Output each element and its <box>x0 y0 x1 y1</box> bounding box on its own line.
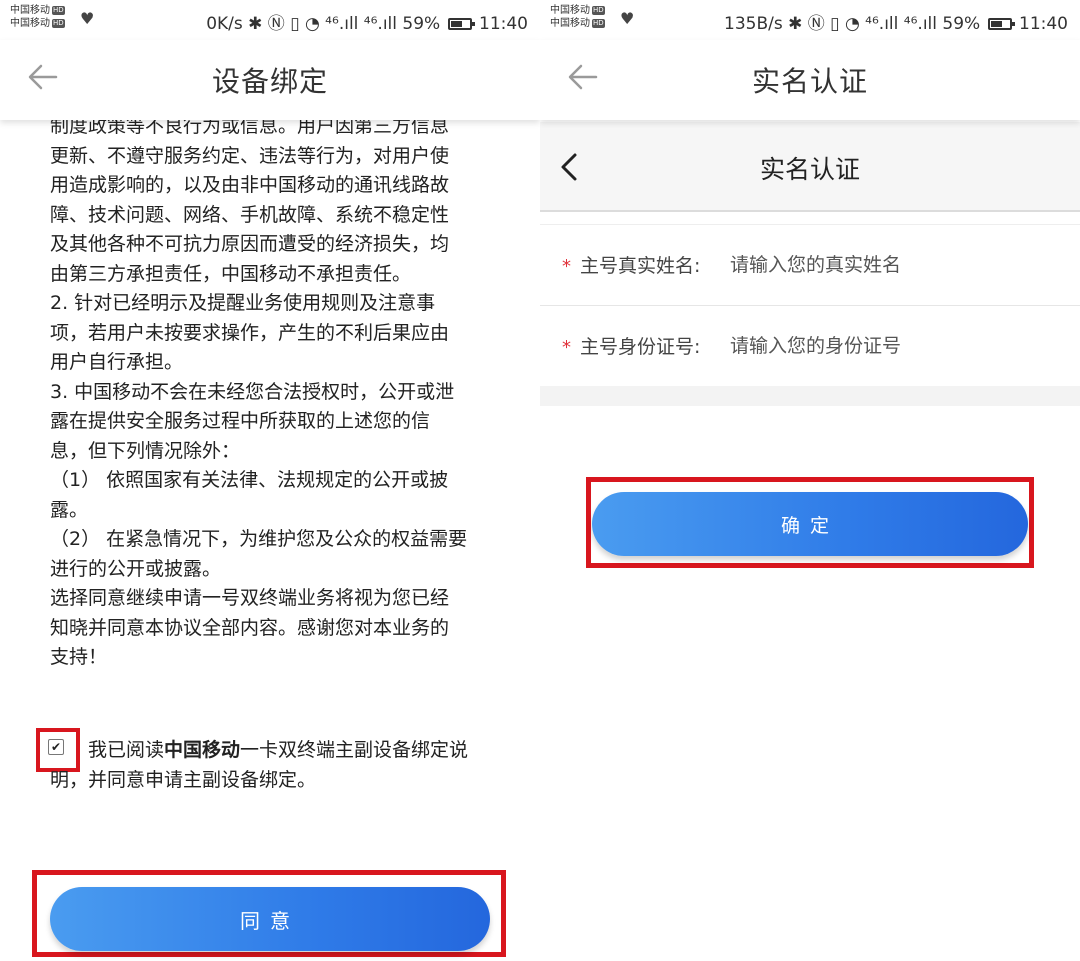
agreement-line: 由第三方承担责任，中国移动不承担责任。 <box>50 262 412 285</box>
app-header: 实名认证 <box>540 40 1080 120</box>
agreement-line: 知晓并同意本协议全部内容。感谢您对本业务的 <box>50 616 450 639</box>
agree-button[interactable]: 同意 <box>50 887 490 951</box>
hd-badge: HD <box>52 6 65 15</box>
id-field-label: 主号身份证号: <box>580 336 701 358</box>
health-heart-icon: ♥ <box>80 9 95 28</box>
agreement-line: 用户自行承担。 <box>50 351 184 373</box>
agreement-line: 露在提供安全服务过程中所获取的上述您的信 <box>50 410 431 432</box>
agreement-line: 露。 <box>50 498 89 521</box>
confirm-button[interactable]: 确定 <box>592 492 1028 556</box>
agreement-line: 用造成影响的，以及由非中国移动的通讯线路故 <box>50 174 450 196</box>
agreement-line: 支持！ <box>50 646 108 668</box>
consent-brand: 中国移动 <box>164 739 241 761</box>
status-icons-text: 135B/s ✱ Ⓝ ▯ ◔ ⁴⁶.ıll ⁴⁶.ıll 59% <box>724 14 981 34</box>
agreement-line: 2. 针对已经明示及提醒业务使用规则及注意事 <box>50 292 436 314</box>
agreement-line: 息，但下列情况除外： <box>50 439 241 462</box>
status-time: 11:40 <box>1019 14 1068 34</box>
agreement-line: 障、技术问题、网络、手机故障、系统不稳定性 <box>50 203 450 226</box>
consent-prefix: 我已阅读 <box>88 739 165 761</box>
real-name-input[interactable] <box>730 245 1050 285</box>
carrier-label: 中国移动 <box>550 5 590 16</box>
agreement-text: 制度政策等不良行为或信息。用户因第三方信息 更新、不遵守服务约定、违法等行为，对用… <box>50 112 490 673</box>
status-time: 11:40 <box>479 14 528 34</box>
app-header: 设备绑定 <box>0 40 540 120</box>
id-number-input[interactable] <box>730 326 1050 366</box>
agreement-line: （1） 依照国家有关法律、法规规定的公开或披 <box>50 469 449 491</box>
agreement-line: 更新、不遵守服务约定、违法等行为，对用户使 <box>50 144 450 167</box>
required-asterisk-icon: * <box>562 256 571 277</box>
status-icons-text: 0K/s ✱ Ⓝ ▯ ◔ ⁴⁶.ıll ⁴⁶.ıll 59% <box>206 14 441 34</box>
status-bar: 中国移动 HD 中国移动 HD ♥ 0K/s ✱ Ⓝ ▯ ◔ ⁴⁶.ıll ⁴⁶.ı… <box>0 0 540 40</box>
hd-badge: HD <box>592 6 605 15</box>
device-binding-screen: 中国移动 HD 中国移动 HD ♥ 0K/s ✱ Ⓝ ▯ ◔ ⁴⁶.ıll ⁴⁶.ı… <box>0 0 540 961</box>
required-asterisk-icon: * <box>562 337 571 358</box>
status-indicators: 0K/s ✱ Ⓝ ▯ ◔ ⁴⁶.ıll ⁴⁶.ıll 59% 11:40 <box>206 9 528 34</box>
webview-header: 实名认证 <box>540 122 1080 212</box>
carrier-label: 中国移动 <box>10 5 50 16</box>
battery-icon <box>447 18 475 30</box>
health-heart-icon: ♥ <box>620 9 635 28</box>
status-indicators: 135B/s ✱ Ⓝ ▯ ◔ ⁴⁶.ıll ⁴⁶.ıll 59% 11:40 <box>724 9 1068 34</box>
form-divider <box>540 386 1080 406</box>
carrier-label: 中国移动 <box>10 18 50 29</box>
carrier-info: 中国移动 HD 中国移动 HD <box>10 4 65 30</box>
real-name-auth-screen: 中国移动 HD 中国移动 HD ♥ 135B/s ✱ Ⓝ ▯ ◔ ⁴⁶.ıll ⁴⁶… <box>540 0 1080 961</box>
name-field-label: 主号真实姓名: <box>580 255 701 277</box>
agreement-line: 进行的公开或披露。 <box>50 557 222 580</box>
consent-text: 我已阅读中国移动一卡双终端主副设备绑定说明，并同意申请主副设备绑定。 <box>50 736 500 795</box>
carrier-info: 中国移动 HD 中国移动 HD <box>550 4 605 30</box>
hd-badge: HD <box>592 19 605 28</box>
agreement-line: 及其他各种不可抗力原因而遭受的经济损失，均 <box>50 233 450 255</box>
agreement-line: 3. 中国移动不会在未经您合法授权时，公开或泄 <box>50 380 455 403</box>
page-title: 设备绑定 <box>211 65 328 98</box>
form-row-name: * 主号真实姓名: <box>540 225 1080 306</box>
agreement-line: 项，若用户未按要求操作，产生的不利后果应由 <box>50 321 450 344</box>
auth-form: * 主号真实姓名: * 主号身份证号: <box>540 224 1080 387</box>
hd-badge: HD <box>52 19 65 28</box>
form-row-id: * 主号身份证号: <box>540 306 1080 387</box>
agreement-line: 选择同意继续申请一号双终端业务将视为您已经 <box>50 587 450 609</box>
webview-title: 实名认证 <box>759 155 860 184</box>
carrier-label: 中国移动 <box>550 18 590 29</box>
agreement-line: （2） 在紧急情况下，为维护您及公众的权益需要 <box>50 528 468 550</box>
page-title: 实名认证 <box>751 65 868 98</box>
battery-icon <box>987 18 1015 30</box>
status-bar: 中国移动 HD 中国移动 HD ♥ 135B/s ✱ Ⓝ ▯ ◔ ⁴⁶.ıll ⁴⁶… <box>540 0 1080 40</box>
